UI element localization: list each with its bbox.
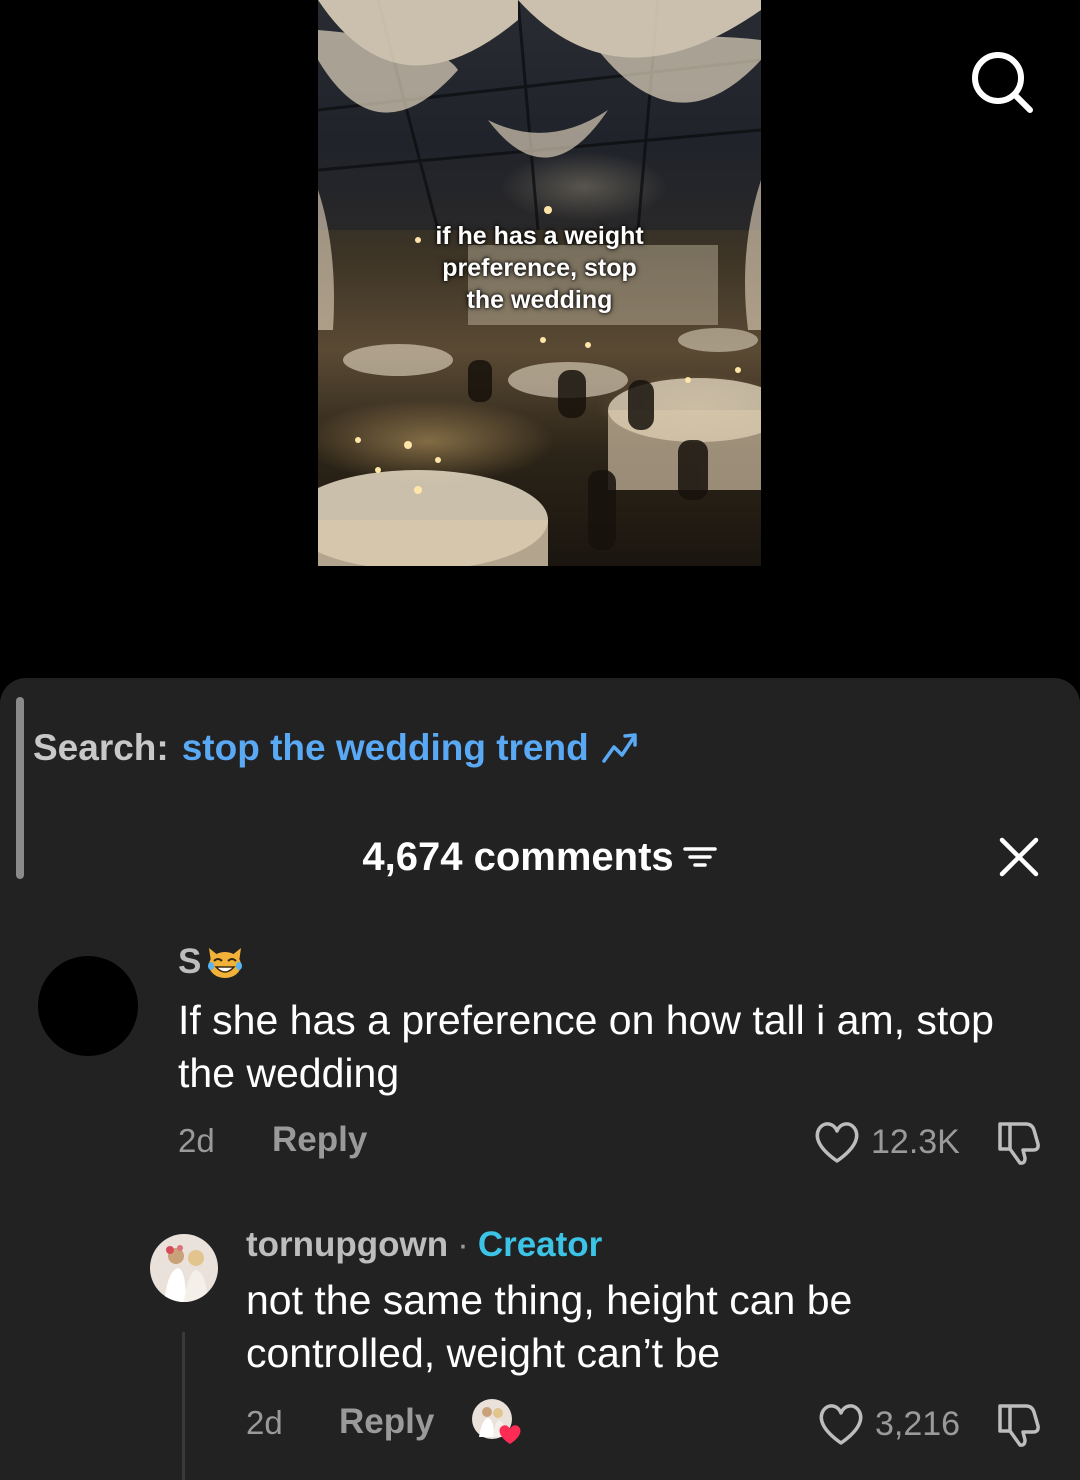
username-text[interactable]: S — [178, 942, 201, 982]
caption-line: preference, stop — [442, 254, 637, 282]
comments-header: 4,674 comments — [0, 832, 1080, 882]
like-count: 3,216 — [875, 1405, 961, 1443]
comment-text: If she has a preference on how tall i am… — [178, 997, 994, 1096]
reply-time: 2d — [246, 1404, 283, 1441]
heart-icon[interactable] — [816, 1400, 866, 1448]
like-count: 12.3K — [871, 1123, 960, 1161]
creator-liked-heart-icon — [472, 1399, 521, 1444]
close-icon[interactable] — [996, 834, 1042, 880]
comments-count: 4,674 comments — [362, 835, 674, 879]
heart-icon[interactable] — [812, 1118, 862, 1166]
thread-line — [182, 1332, 185, 1480]
search-suggestion-label: Search: — [33, 727, 169, 768]
trending-icon — [601, 733, 637, 763]
comment-username[interactable]: S — [178, 942, 245, 982]
dislike-icon[interactable] — [992, 1398, 1044, 1450]
avatar[interactable] — [38, 956, 138, 1056]
dislike-icon[interactable] — [992, 1116, 1044, 1168]
filter-icon[interactable] — [682, 842, 718, 872]
creator-badge: Creator — [477, 1225, 603, 1264]
caption-line: if he has a weight — [435, 222, 644, 250]
caption-line: the wedding — [466, 286, 613, 314]
reply-button[interactable]: Reply — [339, 1402, 434, 1442]
search-icon[interactable] — [968, 48, 1036, 116]
comment-time: 2d — [178, 1122, 215, 1159]
creator-avatar[interactable] — [150, 1234, 218, 1302]
separator-dot: · — [457, 1225, 469, 1264]
laughing-cat-emoji — [208, 948, 243, 978]
reply-username[interactable]: tornupgown — [246, 1225, 448, 1265]
reply-header: tornupgown · Creator — [246, 1225, 602, 1265]
search-suggestion-query[interactable]: stop the wedding trend — [182, 727, 589, 769]
reply-button[interactable]: Reply — [272, 1120, 367, 1160]
video-caption: if he has a weight preference, stop the … — [318, 220, 761, 316]
search-suggestion[interactable]: Search: stop the wedding trend — [33, 724, 639, 772]
reply-text: not the same thing, height can be contro… — [246, 1277, 853, 1376]
video-preview[interactable]: if he has a weight preference, stop the … — [318, 0, 761, 566]
